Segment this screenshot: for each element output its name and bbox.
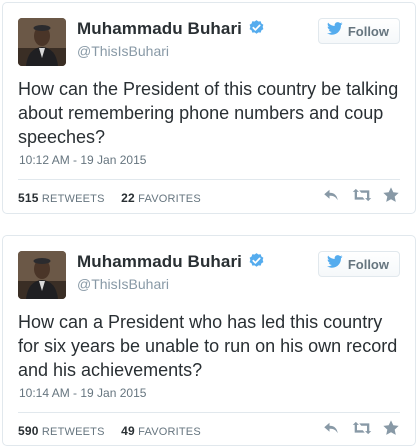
twitter-bird-icon: [326, 255, 343, 273]
author-name-text[interactable]: Muhammadu Buhari: [77, 19, 242, 38]
reply-icon[interactable]: [322, 419, 340, 437]
author-name[interactable]: Muhammadu Buhari: [77, 252, 265, 274]
retweet-icon[interactable]: [352, 419, 372, 437]
tweet-actions: [322, 419, 400, 437]
tweet-card: Muhammadu Buhari @ThisIsBuhari Follow Ho…: [2, 235, 416, 446]
tweet-text: How can the President of this country be…: [18, 79, 399, 147]
favorites-label[interactable]: FAVORITES: [138, 193, 201, 205]
follow-button[interactable]: Follow: [317, 18, 400, 44]
favorites-count[interactable]: 49: [121, 424, 135, 438]
verified-icon: [248, 19, 265, 41]
tweet-stats: 515 RETWEETS 22 FAVORITES: [18, 191, 201, 205]
retweets-count[interactable]: 590: [18, 424, 39, 438]
divider: [18, 412, 400, 413]
favorites-count[interactable]: 22: [121, 191, 135, 205]
tweet-timestamp[interactable]: 10:14 AM - 19 Jan 2015: [19, 386, 146, 400]
reply-icon[interactable]: [322, 186, 340, 204]
twitter-bird-icon: [326, 22, 343, 40]
tweet-timestamp[interactable]: 10:12 AM - 19 Jan 2015: [19, 153, 146, 167]
tweet-text: How can a President who has led this cou…: [18, 312, 398, 380]
tweet-actions: [322, 186, 400, 204]
author-handle[interactable]: @ThisIsBuhari: [77, 43, 169, 59]
follow-button[interactable]: Follow: [317, 251, 400, 277]
avatar[interactable]: [18, 18, 66, 66]
favorite-star-icon[interactable]: [382, 419, 400, 437]
verified-icon: [248, 252, 265, 274]
avatar[interactable]: [18, 251, 66, 299]
favorite-star-icon[interactable]: [382, 186, 400, 204]
tweet-card: Muhammadu Buhari @ThisIsBuhari Follow Ho…: [2, 2, 416, 214]
retweets-count[interactable]: 515: [18, 191, 39, 205]
follow-label: Follow: [347, 23, 389, 39]
retweets-label[interactable]: RETWEETS: [42, 426, 105, 438]
favorites-label[interactable]: FAVORITES: [138, 426, 201, 438]
author-name[interactable]: Muhammadu Buhari: [77, 19, 265, 41]
tweet-stats: 590 RETWEETS 49 FAVORITES: [18, 424, 201, 438]
follow-label: Follow: [347, 256, 389, 272]
retweets-label[interactable]: RETWEETS: [42, 193, 105, 205]
author-name-text[interactable]: Muhammadu Buhari: [77, 252, 242, 271]
retweet-icon[interactable]: [352, 186, 372, 204]
divider: [18, 179, 400, 180]
author-handle[interactable]: @ThisIsBuhari: [77, 276, 169, 292]
